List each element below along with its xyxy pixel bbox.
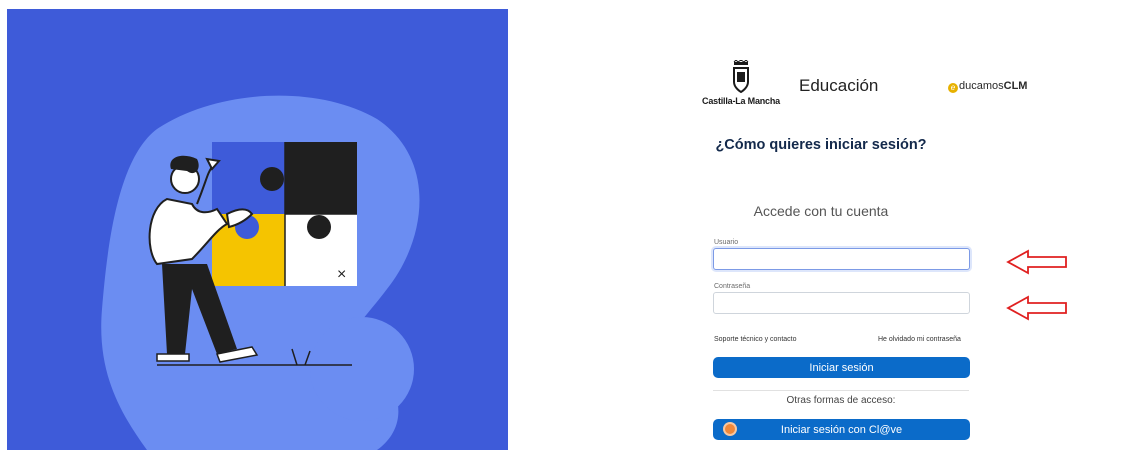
crown-shield-icon bbox=[733, 59, 749, 94]
educamos-suffix: CLM bbox=[1003, 80, 1028, 92]
annotation-arrow-username-icon bbox=[1006, 249, 1067, 275]
x-mark-icon: × bbox=[337, 266, 346, 283]
hero-illustration: × bbox=[7, 9, 508, 450]
educamos-clm-logo: e ducamosCLM bbox=[948, 80, 1027, 93]
page-title: ¿Cómo quieres iniciar sesión? bbox=[715, 137, 927, 153]
form-subtitle: Accede con tu cuenta bbox=[753, 203, 889, 219]
other-methods-label: Otras formas de acceso: bbox=[786, 395, 896, 406]
annotation-arrow-password-icon bbox=[1006, 295, 1067, 321]
puzzle-knob-dark bbox=[307, 215, 331, 239]
login-button[interactable]: Iniciar sesión bbox=[713, 357, 970, 378]
clave-button-label: Iniciar sesión con Cl@ve bbox=[780, 424, 903, 436]
puzzle-piece-black bbox=[285, 142, 357, 214]
password-input[interactable] bbox=[713, 292, 970, 314]
divider bbox=[713, 390, 969, 391]
region-logo-text: Castilla-La Mancha bbox=[702, 96, 780, 106]
forgot-password-link[interactable]: He olvidado mi contraseña bbox=[878, 336, 961, 343]
password-label: Contraseña bbox=[714, 283, 751, 290]
educamos-prefix: ducamos bbox=[959, 80, 1004, 92]
educamos-e-icon: e bbox=[948, 83, 958, 93]
username-input[interactable] bbox=[713, 248, 970, 270]
clave-login-button[interactable]: Iniciar sesión con Cl@ve bbox=[713, 419, 970, 440]
username-label: Usuario bbox=[714, 239, 739, 246]
puzzle-knob-black bbox=[260, 167, 284, 191]
puzzle-illustration: × bbox=[101, 95, 420, 450]
support-link[interactable]: Soporte técnico y contacto bbox=[714, 336, 797, 343]
castilla-la-mancha-logo: Castilla-La Mancha bbox=[698, 59, 788, 112]
login-panel: Castilla-La Mancha Educación e ducamosCLM… bbox=[508, 0, 1134, 450]
department-name: Educación bbox=[799, 76, 879, 95]
background-circle bbox=[310, 317, 414, 421]
clave-icon bbox=[725, 424, 735, 434]
